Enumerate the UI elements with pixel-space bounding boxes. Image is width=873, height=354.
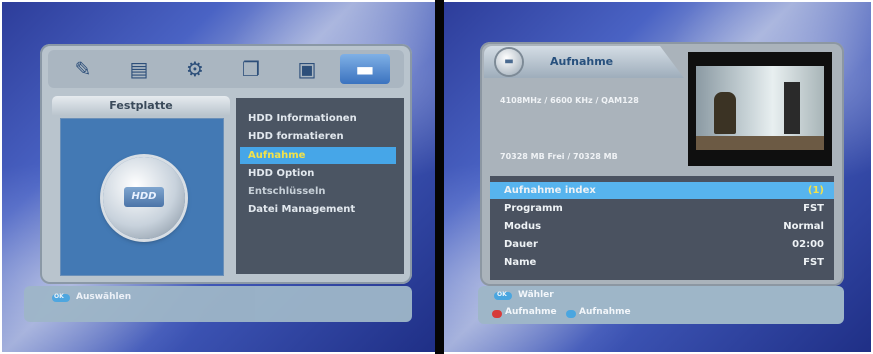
transponder-info: 4108MHz / 6600 KHz / QAM128 (500, 96, 639, 105)
row-modus[interactable]: Modus Normal (490, 218, 834, 235)
hdd-menu-list: HDD Informationen HDD formatieren Aufnah… (236, 98, 404, 274)
left-screen: ✎ ▤ ⚙ ❐ ▣ ▬ Festplatte HDD HDD Informati… (2, 2, 435, 352)
row-name[interactable]: Name FST (490, 254, 834, 271)
right-screen: ▬ Aufnahme 4108MHz / 6600 KHz / QAM128 7… (444, 2, 871, 352)
menu-item-hdd-informationen[interactable]: HDD Informationen (240, 110, 396, 127)
hdd-label: HDD (124, 187, 164, 207)
ok-key-label: OK (54, 293, 64, 300)
page-title: Aufnahme (550, 55, 614, 68)
disk-space: 70328 MB Frei / 70328 MB (500, 152, 618, 161)
package-icon[interactable]: ▣ (282, 54, 332, 84)
windows-icon[interactable]: ❐ (226, 54, 276, 84)
blue-record-hint: Aufnahme (579, 307, 631, 317)
ok-key-label: OK (497, 291, 507, 298)
hdd-illustration-pane: HDD (60, 118, 224, 276)
recording-settings-list: Aufnahme index (1) Programm FST Modus No… (490, 176, 834, 280)
hdd-menu-panel: ✎ ▤ ⚙ ❐ ▣ ▬ Festplatte HDD HDD Informati… (40, 44, 412, 284)
menu-item-aufnahme[interactable]: Aufnahme (240, 147, 396, 164)
row-programm[interactable]: Programm FST (490, 200, 834, 217)
select-hint: Auswählen (76, 292, 132, 302)
menu-item-hdd-option[interactable]: HDD Option (240, 165, 396, 182)
choose-hint: Wähler (518, 290, 554, 300)
video-preview (688, 52, 832, 166)
blue-key-icon (566, 310, 576, 318)
hdd-icon: ▬ (496, 49, 522, 75)
row-aufnahme-index[interactable]: Aufnahme index (1) (490, 182, 834, 199)
menu-item-datei-management[interactable]: Datei Management (240, 201, 396, 218)
section-title: Festplatte (52, 96, 230, 116)
row-dauer[interactable]: Dauer 02:00 (490, 236, 834, 253)
menu-item-hdd-formatieren[interactable]: HDD formatieren (240, 128, 396, 145)
gear-icon[interactable]: ⚙ (170, 54, 220, 84)
screen-divider (435, 0, 444, 354)
disk-info: 4108MHz / 6600 KHz / QAM128 70328 MB Fre… (486, 80, 684, 166)
menu-item-entschluesseln[interactable]: Entschlüsseln (240, 183, 396, 200)
hdd-icon[interactable]: ▬ (340, 54, 390, 84)
satellite-icon[interactable]: ✎ (58, 54, 108, 84)
left-help-bar: OK Auswählen (24, 286, 412, 322)
hdd-badge-icon: HDD (103, 157, 185, 239)
red-record-hint: Aufnahme (505, 307, 557, 317)
red-key-icon (492, 310, 502, 318)
recording-panel: ▬ Aufnahme 4108MHz / 6600 KHz / QAM128 7… (480, 42, 844, 286)
right-help-bar: OK Wähler Aufnahme Aufnahme (478, 286, 844, 324)
title-tab: ▬ Aufnahme (484, 46, 684, 78)
card-icon[interactable]: ▤ (114, 54, 164, 84)
category-icon-bar: ✎ ▤ ⚙ ❐ ▣ ▬ (48, 50, 404, 88)
